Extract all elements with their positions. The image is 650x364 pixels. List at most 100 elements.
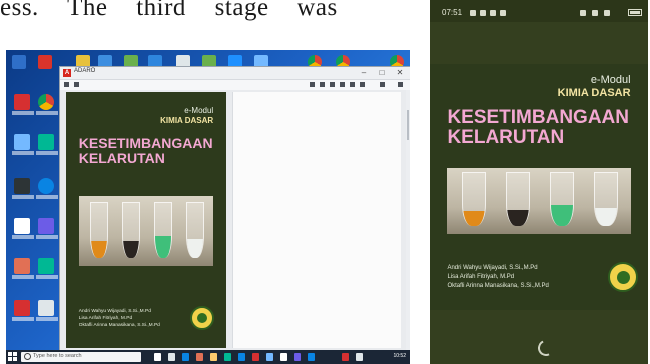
paragraph-text: ess. The third stage was [0, 0, 338, 21]
test-tube [154, 202, 173, 258]
signal-icon [592, 10, 598, 16]
desktop-icon[interactable] [36, 178, 58, 199]
cover-subject: KIMIA DASAR [160, 116, 214, 125]
back-icon[interactable] [64, 82, 69, 87]
desktop-icon[interactable] [12, 258, 34, 279]
desktop-icon[interactable] [36, 218, 58, 239]
cover-title-line1: KESETIMBANGAAN [78, 135, 213, 151]
cover-emodul-label: e-Modul [184, 106, 214, 115]
book-cover: e-Modul KIMIA DASAR KESETIMBANGAAN KELAR… [66, 92, 226, 348]
author-name: Lisa Arifah Fitriyah, M.Pd [447, 274, 515, 280]
author-name: Lisa Arifah Fitriyah, M.Pd [78, 316, 133, 321]
taskbar-app-icon[interactable] [266, 353, 273, 361]
status-time: 07:51 [442, 8, 463, 17]
taskbar-app-icon[interactable] [224, 353, 231, 361]
test-tubes-image [78, 196, 214, 266]
author-name: Oktafli Arinna Manasikana, S.Si.,M.Pd [447, 283, 549, 289]
taskbar-app-icon[interactable] [154, 353, 161, 361]
taskbar-app-icon[interactable] [294, 353, 301, 361]
book-cover-mobile: e-Modul KIMIA DASAR KESETIMBANGAAN KELAR… [430, 64, 648, 310]
blank-page [232, 92, 401, 348]
desktop-icon[interactable] [12, 94, 34, 115]
app-icon[interactable] [12, 55, 26, 69]
print-icon[interactable] [320, 82, 325, 87]
test-tube [506, 172, 530, 227]
zoom-icon[interactable] [340, 82, 345, 87]
test-tube [89, 202, 108, 258]
phone-screenshot: 07:51 e-Modul KIMIA DASAR KESETIMBANGAAN… [430, 0, 648, 364]
taskbar-search-input[interactable]: Type here to search [21, 352, 141, 362]
test-tube [462, 172, 487, 227]
test-tubes-image [447, 168, 631, 234]
desktop-icon[interactable] [36, 134, 58, 155]
forward-icon[interactable] [74, 82, 79, 87]
cover-title-line2: KELARUTAN [447, 126, 565, 148]
grid-view-icon[interactable] [310, 82, 315, 87]
taskbar-clock[interactable]: 10:52 [393, 353, 406, 359]
desktop-icon[interactable] [36, 258, 58, 279]
document-viewer[interactable]: e-Modul KIMIA DASAR KESETIMBANGAAN KELAR… [60, 90, 410, 351]
cover-authors: Andri Wahyu Wijayadi, S.Si.,M.Pd Lisa Ar… [79, 308, 160, 329]
vertical-scrollbar[interactable] [406, 90, 410, 351]
cover-authors: Andri Wahyu Wijayadi, S.Si.,M.Pd Lisa Ar… [447, 264, 548, 291]
save-icon[interactable] [330, 82, 335, 87]
test-tube [593, 172, 618, 227]
test-tube [186, 202, 205, 258]
app-icon[interactable] [38, 55, 52, 69]
desktop-icon[interactable] [12, 218, 34, 239]
window-titlebar[interactable]: A ADARO – □ ✕ [60, 67, 410, 80]
desktop-icon[interactable] [12, 300, 34, 321]
desktop-icon[interactable] [36, 300, 58, 321]
test-tube [549, 172, 574, 227]
pdf-reader-window: A ADARO – □ ✕ e-Modul KIMIA DASAR KESETI… [59, 66, 410, 352]
wifi-icon [580, 10, 586, 16]
taskbar-app-icon[interactable] [308, 353, 315, 361]
test-tube [121, 202, 140, 258]
windows-start-icon[interactable] [8, 352, 18, 362]
signal-icon [604, 10, 610, 16]
app-logo-icon: A [63, 69, 71, 77]
cover-title: KESETIMBANGAAN KELARUTAN [447, 108, 629, 148]
author-name: Andri Wahyu Wijayadi, S.Si.,M.Pd [447, 265, 538, 271]
cover-emodul-label: e-Modul [590, 74, 631, 86]
mail-icon [490, 10, 496, 16]
notification-icon [470, 10, 476, 16]
search-placeholder: Type here to search [33, 353, 82, 359]
maximize-button[interactable]: □ [376, 67, 388, 79]
close-button[interactable]: ✕ [394, 67, 406, 79]
window-title: ADARO [74, 68, 96, 74]
search-icon [24, 353, 31, 360]
cover-title-line1: KESETIMBANGAAN [447, 107, 629, 128]
notification-icon [480, 10, 486, 16]
prev-page-icon[interactable] [350, 82, 355, 87]
notification-icon [500, 10, 506, 16]
taskbar-app-icon[interactable] [210, 353, 217, 361]
minimize-button[interactable]: – [358, 67, 370, 79]
desktop-icon[interactable] [36, 94, 58, 115]
taskbar-app-icon[interactable] [252, 353, 259, 361]
pdf-page: e-Modul KIMIA DASAR KESETIMBANGAAN KELAR… [66, 92, 226, 348]
settings-icon[interactable] [380, 82, 385, 87]
desktop-icon[interactable] [12, 134, 34, 155]
taskbar-app-icon[interactable] [356, 353, 363, 361]
taskbar-app-icon[interactable] [168, 353, 175, 361]
next-page-icon[interactable] [360, 82, 365, 87]
phone-status-bar: 07:51 [430, 0, 648, 22]
windows-taskbar: Type here to search 10:52 [6, 350, 410, 364]
author-name: Oktafli Arinna Manasikana, S.Si.,M.Pd [78, 323, 160, 328]
taskbar-app-icon[interactable] [342, 353, 349, 361]
cover-title: KESETIMBANGAAN KELARUTAN [79, 136, 213, 165]
taskbar-app-icon[interactable] [196, 353, 203, 361]
taskbar-app-icon[interactable] [182, 353, 189, 361]
university-seal-logo [608, 262, 638, 292]
cover-title-line2: KELARUTAN [78, 149, 165, 166]
battery-icon [628, 9, 642, 16]
taskbar-app-icon[interactable] [238, 353, 245, 361]
desktop-screenshot: A ADARO – □ ✕ e-Modul KIMIA DASAR KESETI… [6, 50, 410, 364]
author-name: Andri Wahyu Wijayadi, S.Si.,M.Pd [78, 309, 151, 314]
loading-spinner-icon [535, 337, 557, 359]
fullscreen-icon[interactable] [398, 82, 403, 87]
cover-subject: KIMIA DASAR [557, 87, 631, 99]
desktop-icon[interactable] [12, 178, 34, 199]
taskbar-app-icon[interactable] [280, 353, 287, 361]
